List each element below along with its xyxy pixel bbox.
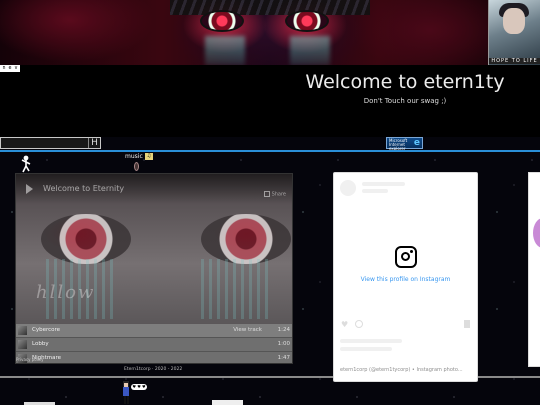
side-card-art — [533, 218, 540, 248]
cover-left-eye-art — [41, 214, 131, 264]
search-input[interactable] — [0, 137, 101, 149]
heart-icon: ♥ — [341, 320, 349, 329]
ie-logo-icon: e — [413, 138, 420, 148]
page-tagline: Don't Touch our swag ;) — [363, 97, 447, 105]
track-duration: 1:24 — [277, 327, 290, 333]
nav-divider — [0, 150, 540, 152]
share-button[interactable]: Share — [263, 191, 286, 198]
ig-caption-placeholder — [340, 339, 402, 343]
speech-bubble: ♥ ♥ ♥ — [131, 384, 147, 390]
instagram-embed[interactable]: View this profile on Instagram ♥ etern1c… — [333, 172, 478, 382]
banner-left-eye-art — [200, 10, 244, 32]
music-player[interactable]: hllow Welcome to Eternity Share Cybercor… — [15, 173, 293, 364]
share-label: Share — [271, 191, 286, 198]
ig-subtitle-placeholder — [362, 189, 388, 193]
page-title: Welcome to etern1ty — [305, 71, 505, 93]
share-icon — [263, 191, 270, 197]
ig-view-profile-link[interactable]: View this profile on Instagram — [334, 276, 477, 283]
privacy-policy-link[interactable]: Privacy policy — [16, 357, 44, 362]
banner-hair-art — [170, 0, 370, 15]
new-badge: n e v — [0, 65, 20, 72]
track-duration: 1:47 — [277, 355, 290, 361]
corner-photo-caption: HOPE TO LIFE — [489, 58, 540, 64]
player-cover-art: hllow Welcome to Eternity Share — [16, 174, 292, 324]
track-name: Lobby — [32, 341, 49, 347]
pixel-character-icon — [123, 381, 129, 404]
track-list: Cybercore View track 1:24 Lobby 1:00 Nig… — [16, 324, 292, 363]
play-icon[interactable] — [26, 184, 33, 194]
internet-explorer-badge[interactable]: Microsoft Internet explorer e — [386, 137, 423, 151]
bottom-element-right — [212, 400, 243, 405]
track-row[interactable]: Cybercore View track 1:24 — [16, 324, 292, 338]
ig-avatar-placeholder — [340, 180, 356, 196]
track-thumbnail — [18, 340, 27, 349]
pin-icon — [134, 162, 139, 171]
ig-username-placeholder — [362, 182, 405, 186]
track-name: Cybercore — [32, 327, 61, 333]
track-duration: 1:00 — [277, 341, 290, 347]
ig-footer-link[interactable]: etern1corp (@etern1tycorp) • Instagram p… — [340, 367, 474, 373]
search-button[interactable]: H — [88, 138, 100, 148]
header-banner — [0, 0, 540, 65]
cover-scribble-text: hllow — [36, 282, 96, 303]
music-label: music — [125, 153, 143, 160]
track-row[interactable]: Nightmare 1:47 — [16, 352, 292, 363]
cover-right-eye-art — [201, 214, 291, 264]
track-view-link[interactable]: View track — [233, 327, 262, 333]
cover-right-drip-art — [201, 259, 271, 319]
music-note-icon: ♫ — [145, 153, 153, 160]
corner-photo-face — [503, 8, 525, 34]
track-row[interactable]: Lobby 1:00 — [16, 338, 292, 352]
banner-right-tear-art — [290, 36, 330, 65]
footer-copyright: Etern1tcorp · 2020 - 2022 — [124, 367, 183, 372]
bookmark-icon — [464, 320, 470, 328]
dancing-figure-icon — [21, 155, 31, 173]
corner-photo: HOPE TO LIFE — [488, 0, 540, 65]
track-thumbnail — [18, 326, 27, 335]
banner-left-tear-art — [205, 36, 245, 65]
side-embed-card[interactable] — [528, 172, 540, 367]
ig-caption-placeholder — [340, 347, 392, 351]
comment-icon — [355, 320, 363, 328]
banner-right-eye-art — [285, 10, 329, 32]
player-title[interactable]: Welcome to Eternity — [43, 184, 124, 193]
instagram-icon[interactable] — [395, 246, 417, 268]
